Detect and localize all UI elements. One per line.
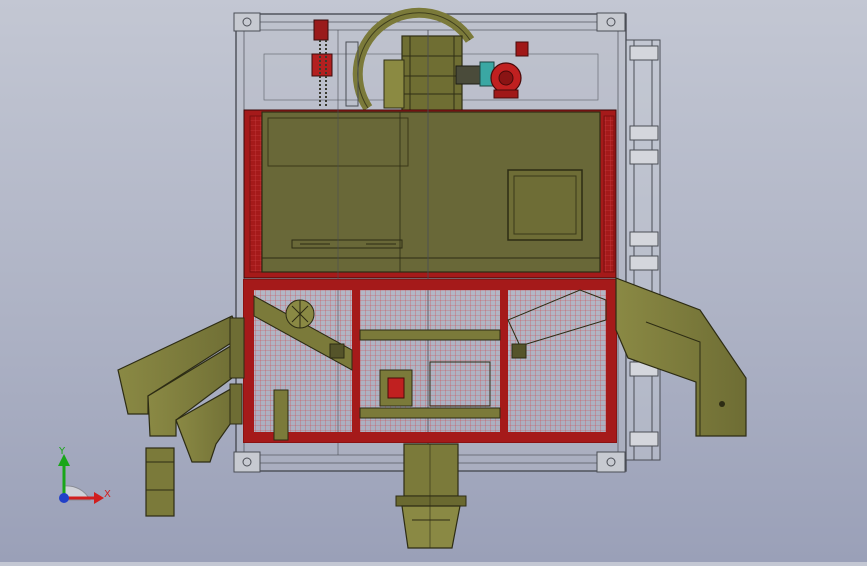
y-axis-label: Y (58, 446, 66, 457)
left-discharge-chutes (117, 315, 245, 517)
side-ladder (625, 39, 661, 461)
z-axis-dot (59, 493, 69, 503)
assembly-drawing: Y X (58, 7, 747, 549)
x-axis-label: X (104, 489, 111, 500)
coordinate-triad: Y X (58, 446, 111, 504)
cad-viewport[interactable]: Y X (0, 0, 867, 562)
bottom-hopper (395, 443, 467, 549)
